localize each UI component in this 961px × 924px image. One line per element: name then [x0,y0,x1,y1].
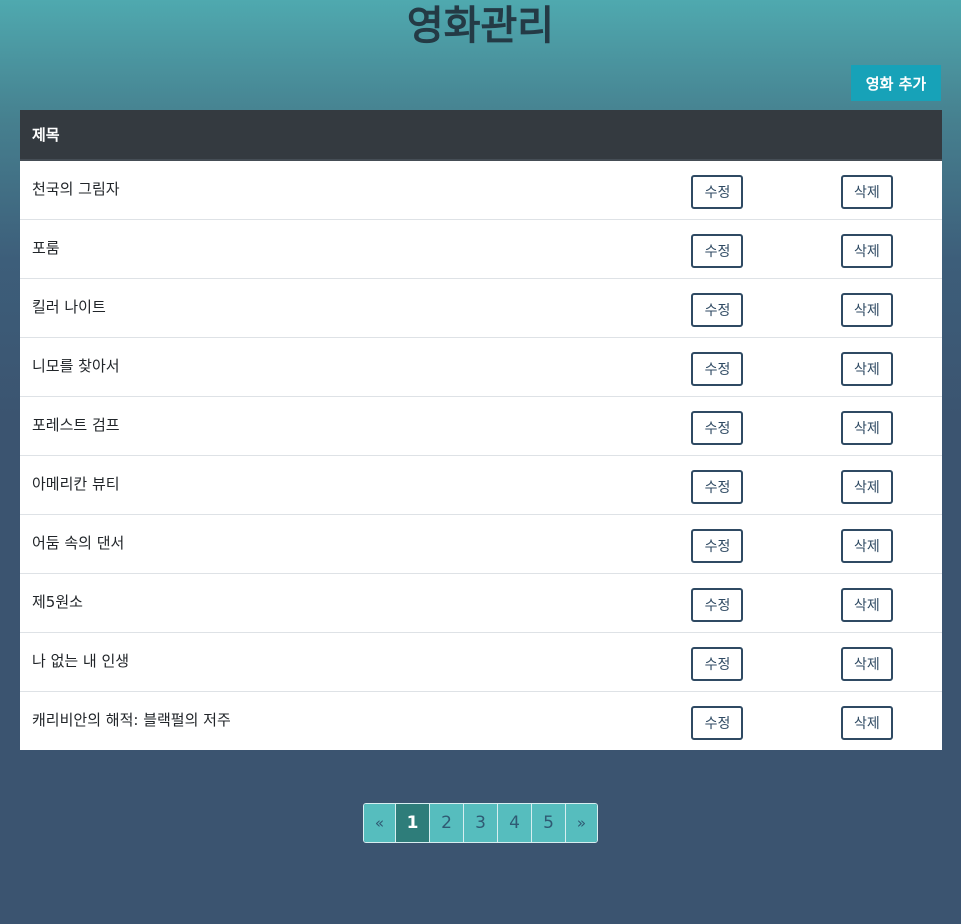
edit-button[interactable]: 수정 [691,352,744,386]
table-row: 포레스트 검프 수정 삭제 [20,396,942,456]
column-header-edit [643,110,792,161]
column-header-delete [791,110,942,161]
edit-button[interactable]: 수정 [691,234,744,268]
delete-cell: 삭제 [791,514,942,574]
movie-title: 천국의 그림자 [32,180,120,198]
delete-button[interactable]: 삭제 [840,293,893,327]
edit-button[interactable]: 수정 [691,588,744,622]
table-row: 킬러 나이트 수정 삭제 [20,278,942,338]
delete-button[interactable]: 삭제 [840,470,893,504]
delete-cell: 삭제 [791,219,942,279]
edit-cell: 수정 [643,514,792,574]
movie-title: 포레스트 검프 [20,396,644,456]
pagination: « 1 2 3 4 5 » [363,803,598,843]
delete-button[interactable]: 삭제 [840,352,893,386]
edit-cell: 수정 [643,396,792,456]
table-row: 아메리칸 뷰티 수정 삭제 [20,455,942,515]
table-body: 천국의 그림자 수정 삭제 포룸 수정 삭제 킬러 나이트 수정 삭제 니모를 찾아서 수정 삭제 포레… [20,160,942,750]
edit-cell: 수정 [643,337,792,397]
edit-cell: 수정 [643,455,792,515]
column-header-title: 제목 [20,110,644,161]
pagination-page-1[interactable]: 1 [396,804,430,842]
edit-button[interactable]: 수정 [691,706,744,740]
movie-title: 킬러 나이트 [20,278,644,338]
edit-button[interactable]: 수정 [691,470,744,504]
table-row: 제5원소 수정 삭제 [20,573,942,633]
edit-cell: 수정 [643,691,792,750]
delete-button[interactable]: 삭제 [840,529,893,563]
table-row: 니모를 찾아서 수정 삭제 [20,337,942,397]
edit-button[interactable]: 수정 [691,175,744,209]
table-header: 제목 [20,110,942,161]
delete-cell: 삭제 [791,278,942,338]
delete-cell: 삭제 [791,691,942,750]
table-row: 어둠 속의 댄서 수정 삭제 [20,514,942,574]
movie-title: 포룸 [20,219,644,279]
delete-button[interactable]: 삭제 [840,588,893,622]
delete-button[interactable]: 삭제 [840,706,893,740]
edit-cell: 수정 [643,219,792,279]
edit-button[interactable]: 수정 [691,293,744,327]
delete-button[interactable]: 삭제 [840,411,893,445]
edit-button[interactable]: 수정 [691,411,744,445]
table-row: 포룸 수정 삭제 [20,219,942,279]
movie-title: 나 없는 내 인생 [20,632,644,692]
table-row: 캐리비안의 해적: 블랙펄의 저주 수정 삭제 [20,691,942,750]
add-movie-button[interactable]: 영화 추가 [851,65,941,101]
delete-button[interactable]: 삭제 [840,175,893,209]
pagination-page-4[interactable]: 4 [498,804,532,842]
edit-button[interactable]: 수정 [691,647,744,681]
delete-cell: 삭제 [791,396,942,456]
pagination-next[interactable]: » [566,804,597,842]
page-title: 영화관리 [406,3,555,49]
delete-button[interactable]: 삭제 [840,234,893,268]
movie-title: 캐리비안의 해적: 블랙펄의 저주 [20,691,644,750]
movie-table: 제목 천국의 그림자 수정 삭제 포룸 수정 삭제 킬러 나이트 수정 삭제 니모를 찾아서 수정 삭… [20,110,942,750]
edit-button[interactable]: 수정 [691,529,744,563]
pagination-page-5[interactable]: 5 [532,804,566,842]
table-header-row: 제목 [20,110,942,161]
edit-cell: 수정 [643,160,791,220]
movie-title: 어둠 속의 댄서 [20,514,644,574]
table-row: 천국의 그림자 수정 삭제 [20,160,942,220]
movie-title: 제5원소 [20,573,644,633]
pagination-page-3[interactable]: 3 [464,804,498,842]
delete-cell: 삭제 [791,573,942,633]
delete-cell: 삭제 [792,160,942,220]
delete-cell: 삭제 [791,455,942,515]
table-row: 나 없는 내 인생 수정 삭제 [20,632,942,692]
movie-title: 아메리칸 뷰티 [20,455,644,515]
delete-cell: 삭제 [791,632,942,692]
pagination-prev[interactable]: « [364,804,396,842]
delete-cell: 삭제 [791,337,942,397]
edit-cell: 수정 [643,573,792,633]
delete-button[interactable]: 삭제 [840,647,893,681]
edit-cell: 수정 [643,632,792,692]
movie-title: 니모를 찾아서 [20,337,644,397]
pagination-page-2[interactable]: 2 [430,804,464,842]
edit-cell: 수정 [643,278,792,338]
